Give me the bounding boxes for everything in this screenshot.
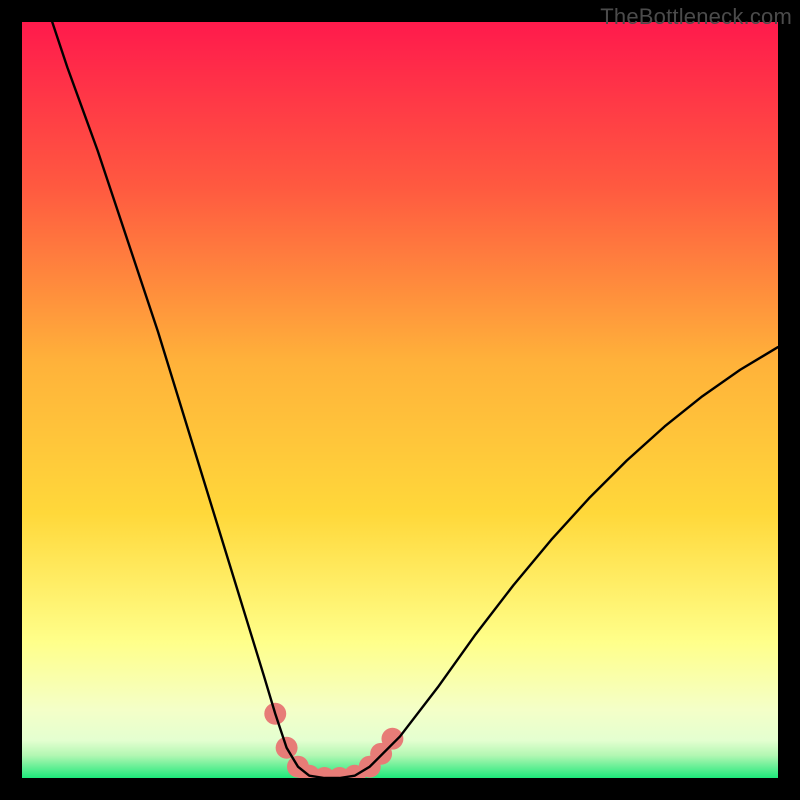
curve-marker — [381, 728, 403, 750]
chart-frame — [22, 22, 778, 778]
gradient-background — [22, 22, 778, 778]
watermark-text: TheBottleneck.com — [600, 4, 792, 30]
chart-svg — [22, 22, 778, 778]
